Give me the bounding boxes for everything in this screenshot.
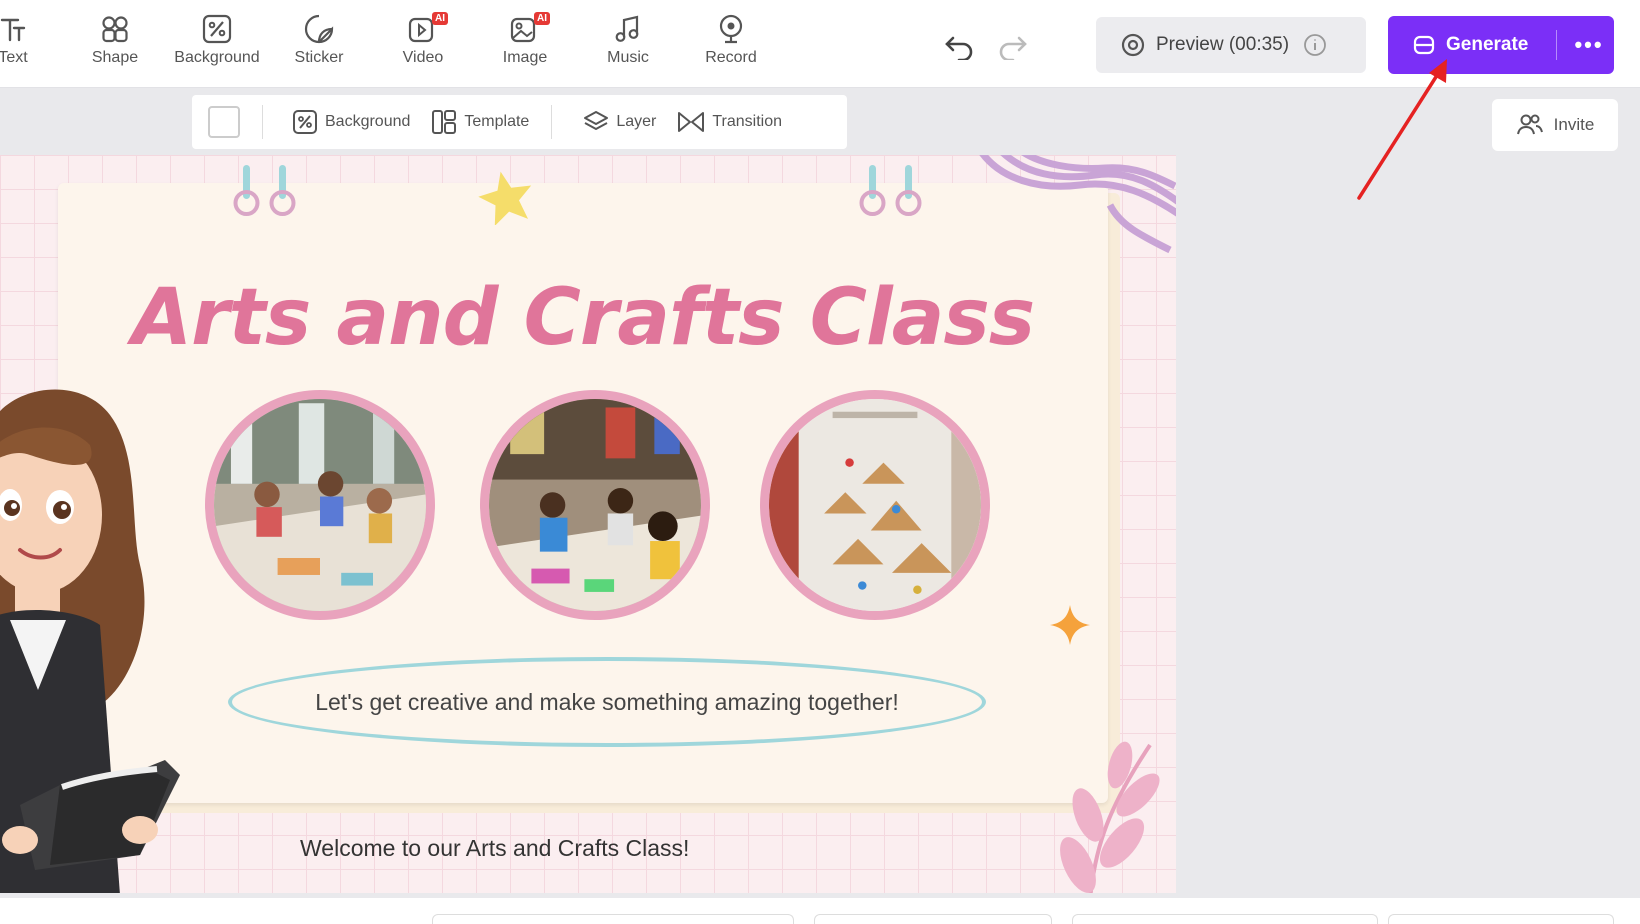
layer-icon [584,111,609,130]
generate-more-button[interactable]: ••• [1566,16,1612,74]
redo-icon [999,36,1027,60]
text-icon [0,18,26,42]
sub-template-button[interactable]: Template [430,108,529,136]
shape-tool[interactable]: Shape [70,12,160,74]
tagline-bubble[interactable]: Let's get creative and make something am… [228,657,986,747]
invite-icon [1516,114,1543,135]
generate-divider [1556,30,1557,60]
sub-layer-button[interactable]: Layer [582,108,656,136]
classroom-photo-1[interactable] [205,390,435,620]
music-icon [615,15,639,42]
sticker-tool-label: Sticker [294,49,344,66]
info-icon[interactable] [1303,33,1327,57]
swirl-decoration [979,155,1176,254]
background-tool[interactable]: Background [172,12,262,74]
music-tool[interactable]: Music [583,12,673,74]
invite-button[interactable]: Invite [1492,99,1618,151]
fill-color-swatch[interactable] [208,106,240,138]
slide-canvas[interactable]: Arts and Crafts Class Let's get creative… [0,155,1176,893]
sub-transition-label: Transition [712,113,782,130]
shape-icon [102,16,128,43]
subbar-divider [551,105,553,139]
timeline-thumb[interactable] [1072,914,1378,924]
slide-toolbar: Background Template Layer Transition [192,95,847,149]
slide-caption[interactable]: Welcome to our Arts and Crafts Class! [300,835,689,862]
timeline-strip [0,898,1640,924]
video-tool[interactable]: AI Video [378,12,468,74]
star-decoration-yellow [478,171,532,225]
preview-label: Preview (00:35) [1156,34,1290,55]
classroom-photo-3-image [769,399,981,611]
text-tool[interactable]: Text [0,12,58,74]
record-tool[interactable]: Record [686,12,776,74]
leaf-decoration [1060,741,1160,893]
video-ai-badge: AI [432,12,448,25]
sub-background-label: Background [325,113,411,130]
sub-transition-button[interactable]: Transition [676,108,782,136]
slide-title[interactable]: Arts and Crafts Class [58,273,1108,363]
binder-clip-left [233,165,296,216]
text-tool-label: Text [0,49,28,66]
generate-icon [1413,35,1435,55]
preview-icon [1121,33,1145,57]
background-icon [202,14,232,44]
invite-label: Invite [1553,115,1595,134]
background-icon [293,110,317,134]
binder-clip-right [859,165,922,216]
timeline-thumb[interactable] [1388,914,1614,924]
classroom-photo-1-image [214,399,426,611]
transition-icon [678,112,705,132]
template-icon [432,110,457,134]
star-decoration-orange [1050,605,1090,645]
preview-button[interactable]: Preview (00:35) [1096,17,1366,73]
record-icon [719,14,743,44]
image-tool-label: Image [502,49,548,66]
classroom-photo-3[interactable] [760,390,990,620]
record-tool-label: Record [705,49,757,66]
sub-layer-label: Layer [616,113,657,130]
undo-icon [945,36,973,60]
sub-template-label: Template [464,113,530,130]
timeline-thumb[interactable] [814,914,1052,924]
sub-background-button[interactable]: Background [291,108,410,136]
classroom-photo-2[interactable] [480,390,710,620]
image-ai-badge: AI [534,12,550,25]
timeline-thumb[interactable] [432,914,794,924]
subbar-divider [262,105,263,139]
teacher-avatar-illustration[interactable] [0,385,200,893]
sticker-icon [304,14,334,44]
classroom-photo-2-image [489,399,701,611]
sticker-tool[interactable]: Sticker [274,12,364,74]
generate-label: Generate [1446,34,1529,55]
image-tool[interactable]: AI Image [480,12,570,74]
background-tool-label: Background [174,49,260,66]
video-tool-label: Video [402,49,444,66]
music-tool-label: Music [607,49,649,66]
shape-tool-label: Shape [91,49,139,66]
annotation-arrow [1357,59,1447,200]
redo-button[interactable] [992,26,1032,66]
undo-button[interactable] [940,26,980,66]
